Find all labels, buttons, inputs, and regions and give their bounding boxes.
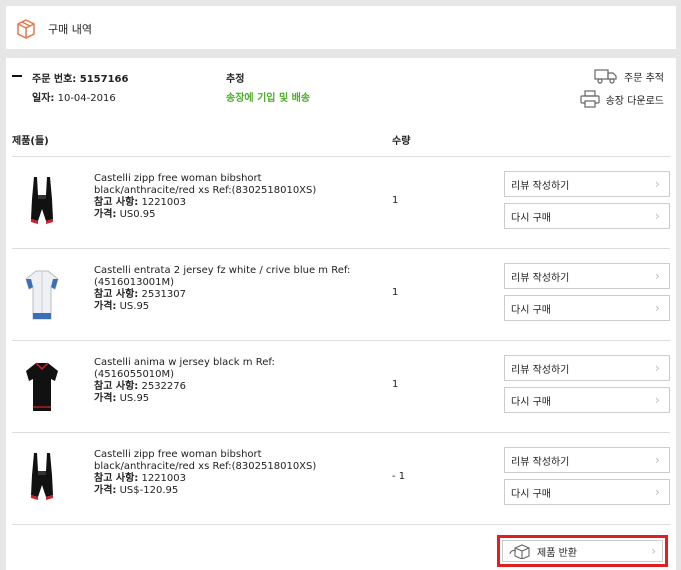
product-quantity: 1 (392, 195, 399, 206)
download-invoice-link[interactable]: 송장 다운로드 (580, 90, 664, 108)
collapse-toggle[interactable] (12, 75, 22, 77)
page-title: 구매 내역 (48, 23, 92, 36)
order-panel: 주문 번호: 5157166 일자: 10-04-2016 추정 송장에 기입 … (6, 58, 676, 570)
write-review-button[interactable]: 리뷰 작성하기 › (504, 171, 670, 197)
product-price: 가격: US.95 (94, 301, 150, 312)
product-quantity: - 1 (392, 471, 406, 482)
write-review-button[interactable]: 리뷰 작성하기 › (504, 263, 670, 289)
product-quantity: 1 (392, 287, 399, 298)
product-details: Castelli anima w jersey black m Ref:(451… (94, 357, 354, 405)
download-invoice-label: 송장 다운로드 (605, 95, 664, 107)
buy-again-button[interactable]: 다시 구매 › (504, 203, 670, 229)
buy-again-button[interactable]: 다시 구매 › (504, 479, 670, 505)
chevron-right-icon: › (651, 544, 656, 558)
product-name[interactable]: Castelli zipp free woman bibshort black/… (94, 173, 354, 197)
product-name[interactable]: Castelli entrata 2 jersey fz white / cri… (94, 265, 354, 289)
return-highlight: 제품 반환 › (497, 535, 668, 567)
order-item-row: Castelli entrata 2 jersey fz white / cri… (12, 249, 670, 341)
chevron-right-icon: › (655, 393, 660, 407)
order-item-row: Castelli zipp free woman bibshort black/… (12, 433, 670, 525)
product-name[interactable]: Castelli anima w jersey black m Ref:(451… (94, 357, 354, 381)
page-header: 구매 내역 (6, 6, 676, 49)
product-ref: 참고 사항: 2531307 (94, 289, 187, 300)
product-details: Castelli zipp free woman bibshort black/… (94, 449, 354, 497)
product-ref: 참고 사항: 2532276 (94, 381, 187, 392)
tracking-status: 송장에 기입 및 배송 (226, 93, 311, 104)
return-product-button[interactable]: 제품 반환 › (502, 540, 663, 562)
order-date: 일자: 10-04-2016 (32, 93, 116, 104)
buy-again-button[interactable]: 다시 구매 › (504, 387, 670, 413)
return-box-icon (509, 544, 530, 559)
package-icon (17, 19, 35, 39)
product-price: 가격: US0.95 (94, 209, 156, 220)
chevron-right-icon: › (655, 361, 660, 375)
order-item-row: Castelli zipp free woman bibshort black/… (12, 157, 670, 249)
product-price: 가격: US$-120.95 (94, 485, 179, 496)
product-thumbnail[interactable] (22, 359, 62, 417)
product-thumbnail[interactable] (22, 451, 62, 509)
product-thumbnail[interactable] (22, 267, 62, 325)
product-ref: 참고 사항: 1221003 (94, 473, 187, 484)
chevron-right-icon: › (655, 177, 660, 191)
chevron-right-icon: › (655, 453, 660, 467)
column-quantity: 수량 (392, 136, 411, 147)
order-item-row: Castelli anima w jersey black m Ref:(451… (12, 341, 670, 433)
chevron-right-icon: › (655, 209, 660, 223)
chevron-right-icon: › (655, 485, 660, 499)
tracking-label: 추정 (226, 74, 245, 85)
write-review-button[interactable]: 리뷰 작성하기 › (504, 355, 670, 381)
chevron-right-icon: › (655, 269, 660, 283)
return-product-label: 제품 반환 (537, 547, 577, 559)
write-review-button[interactable]: 리뷰 작성하기 › (504, 447, 670, 473)
buy-again-button[interactable]: 다시 구매 › (504, 295, 670, 321)
truck-icon (594, 69, 617, 84)
column-products: 제품(들) (12, 136, 49, 147)
product-quantity: 1 (392, 379, 399, 390)
product-ref: 참고 사항: 1221003 (94, 197, 187, 208)
product-price: 가격: US.95 (94, 393, 150, 404)
product-name[interactable]: Castelli zipp free woman bibshort black/… (94, 449, 354, 473)
track-order-link[interactable]: 주문 추적 (594, 68, 664, 84)
chevron-right-icon: › (655, 301, 660, 315)
printer-icon (580, 90, 600, 108)
product-details: Castelli zipp free woman bibshort black/… (94, 173, 354, 221)
track-order-label: 주문 추적 (624, 72, 664, 84)
order-number: 주문 번호: 5157166 (32, 74, 129, 85)
product-details: Castelli entrata 2 jersey fz white / cri… (94, 265, 354, 313)
product-thumbnail[interactable] (22, 175, 62, 233)
